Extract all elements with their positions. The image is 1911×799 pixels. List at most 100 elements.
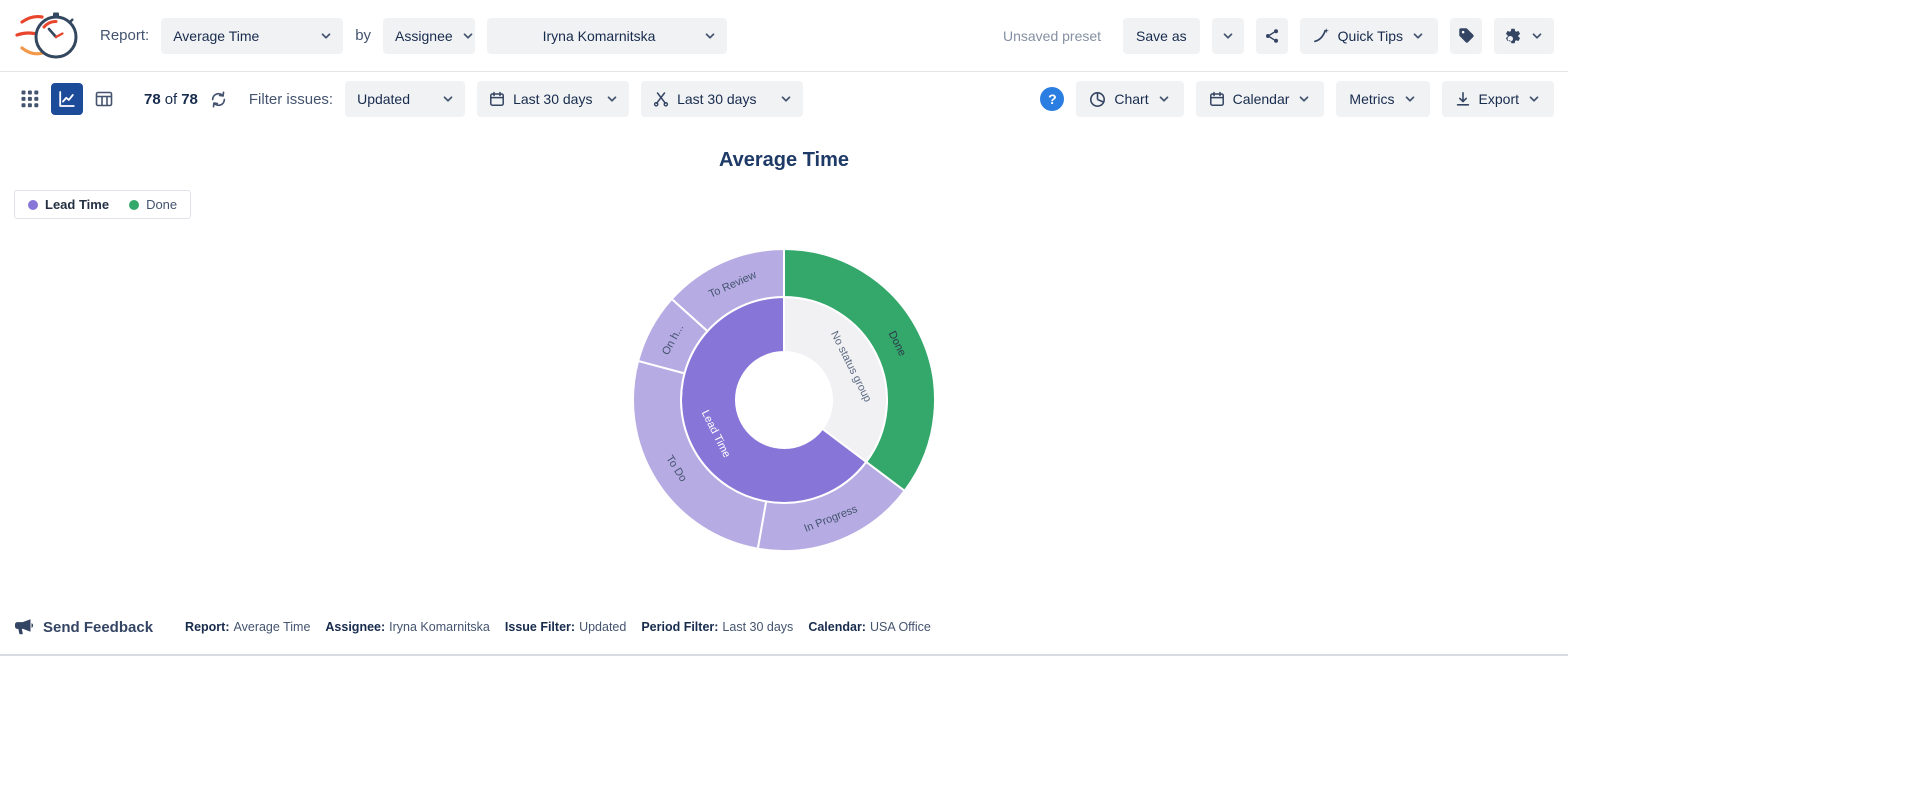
group-by-select[interactable]: Assignee	[383, 18, 475, 54]
summary-label: Issue Filter:	[505, 620, 575, 634]
summary-assignee: Assignee: Iryna Komarnitska	[325, 620, 489, 634]
table-view-button[interactable]	[88, 83, 120, 115]
issue-count-of: of	[165, 91, 178, 108]
chevron-down-icon	[319, 29, 333, 43]
chevron-down-icon	[703, 29, 717, 43]
chevron-down-icon	[1527, 92, 1541, 106]
stopwatch-logo-icon	[14, 9, 80, 63]
view-mode-switcher	[14, 83, 120, 115]
chart-legend: Lead Time Done	[14, 190, 191, 219]
chevron-down-icon	[779, 92, 793, 106]
refresh-icon	[210, 91, 227, 108]
chevron-down-icon	[441, 92, 455, 106]
refresh-button[interactable]	[210, 91, 227, 108]
preset-menu-button[interactable]	[1212, 18, 1244, 54]
header-actions: Unsaved preset Save as	[1003, 18, 1554, 54]
calendar-icon	[489, 91, 505, 107]
calendar-button[interactable]: Calendar	[1196, 81, 1325, 117]
chevron-down-icon	[1297, 92, 1311, 106]
period-filter-select[interactable]: Last 30 days	[477, 81, 629, 117]
summary-issue-filter: Issue Filter: Updated	[505, 620, 626, 634]
pie-chart-icon	[1089, 91, 1106, 108]
sunburst-chart: No status groupLead TimeDoneIn ProgressT…	[619, 235, 949, 565]
share-button[interactable]	[1256, 18, 1288, 54]
filter-issues-label: Filter issues:	[249, 91, 333, 108]
chevron-down-icon	[461, 29, 475, 43]
summary-label: Period Filter:	[641, 620, 718, 634]
metrics-label: Metrics	[1349, 91, 1394, 107]
chart-view-button[interactable]	[51, 83, 83, 115]
app-logo[interactable]	[14, 9, 80, 63]
by-label: by	[355, 27, 371, 44]
issue-count-total: 78	[181, 91, 198, 108]
help-label: ?	[1048, 91, 1057, 107]
assignee-value: Iryna Komarnitska	[543, 28, 656, 44]
legend-dot	[28, 200, 38, 210]
quick-tips-icon	[1313, 27, 1330, 44]
header: Report: Average Time by Assignee Iryna K…	[0, 0, 1568, 72]
save-as-button[interactable]: Save as	[1123, 18, 1200, 54]
chart-type-label: Chart	[1114, 91, 1148, 107]
summary-label: Assignee:	[325, 620, 385, 634]
grid-view-button[interactable]	[14, 83, 46, 115]
summary-label: Calendar:	[808, 620, 866, 634]
footer: Send Feedback Report: Average Time Assign…	[0, 600, 1568, 656]
summary-report: Report: Average Time	[185, 620, 310, 634]
summary-value: Last 30 days	[722, 620, 793, 634]
issue-filter-value: Updated	[357, 91, 410, 107]
table-icon	[95, 90, 113, 108]
summary-label: Report:	[185, 620, 229, 634]
period-filter-value: Last 30 days	[513, 91, 597, 107]
line-chart-icon	[58, 90, 76, 108]
issue-filter-select[interactable]: Updated	[345, 81, 465, 117]
metrics-button[interactable]: Metrics	[1336, 81, 1429, 117]
summary-value: Updated	[579, 620, 626, 634]
summary-period-filter: Period Filter: Last 30 days	[641, 620, 793, 634]
toolbar: 78 of 78 Filter issues: Updated Last 30 …	[0, 72, 1568, 126]
issue-count-current: 78	[144, 91, 161, 108]
chart-type-button[interactable]: Chart	[1076, 81, 1183, 117]
summary-value: Average Time	[234, 620, 311, 634]
megaphone-icon	[14, 618, 34, 636]
chevron-down-icon	[1221, 29, 1235, 43]
settings-button[interactable]	[1494, 18, 1554, 54]
issue-count: 78 of 78	[144, 91, 198, 108]
legend-item-lead-time[interactable]: Lead Time	[28, 197, 109, 212]
legend-label: Done	[146, 197, 177, 212]
summary-calendar: Calendar:USA Office	[808, 620, 931, 634]
chevron-down-icon	[1157, 92, 1171, 106]
chevron-down-icon	[1403, 92, 1417, 106]
tag-button[interactable]	[1450, 18, 1482, 54]
send-feedback-button[interactable]: Send Feedback	[14, 618, 153, 636]
chart-section: Average Time Lead Time Done No status gr…	[0, 126, 1568, 600]
report-type-select[interactable]: Average Time	[161, 18, 343, 54]
toolbar-actions: ? Chart Calendar	[1040, 81, 1554, 117]
export-button[interactable]: Export	[1442, 81, 1554, 117]
download-icon	[1455, 91, 1471, 107]
grid-icon	[21, 90, 39, 108]
working-time-filter-select[interactable]: Last 30 days	[641, 81, 803, 117]
chevron-down-icon	[1530, 29, 1544, 43]
chevron-down-icon	[605, 92, 619, 106]
report-summary: Report: Average Time Assignee: Iryna Komar…	[185, 620, 931, 634]
summary-value: Iryna Komarnitska	[389, 620, 490, 634]
chart-title: Average Time	[0, 126, 1568, 174]
send-feedback-label: Send Feedback	[43, 619, 153, 636]
gear-icon	[1504, 27, 1522, 45]
legend-item-done[interactable]: Done	[129, 197, 177, 212]
share-icon	[1264, 28, 1280, 44]
report-type-value: Average Time	[173, 28, 259, 44]
group-by-value: Assignee	[395, 28, 453, 44]
app-container: Report: Average Time by Assignee Iryna K…	[0, 0, 1568, 656]
export-label: Export	[1479, 91, 1519, 107]
calendar-icon	[1209, 91, 1225, 107]
assignee-select[interactable]: Iryna Komarnitska	[487, 18, 727, 54]
quick-tips-button[interactable]: Quick Tips	[1300, 18, 1438, 54]
crossed-tools-icon	[653, 91, 669, 107]
chevron-down-icon	[1411, 29, 1425, 43]
report-label: Report:	[100, 27, 149, 44]
help-button[interactable]: ?	[1040, 87, 1064, 111]
preset-status-label: Unsaved preset	[1003, 28, 1101, 44]
quick-tips-label: Quick Tips	[1338, 28, 1403, 44]
calendar-label: Calendar	[1233, 91, 1290, 107]
